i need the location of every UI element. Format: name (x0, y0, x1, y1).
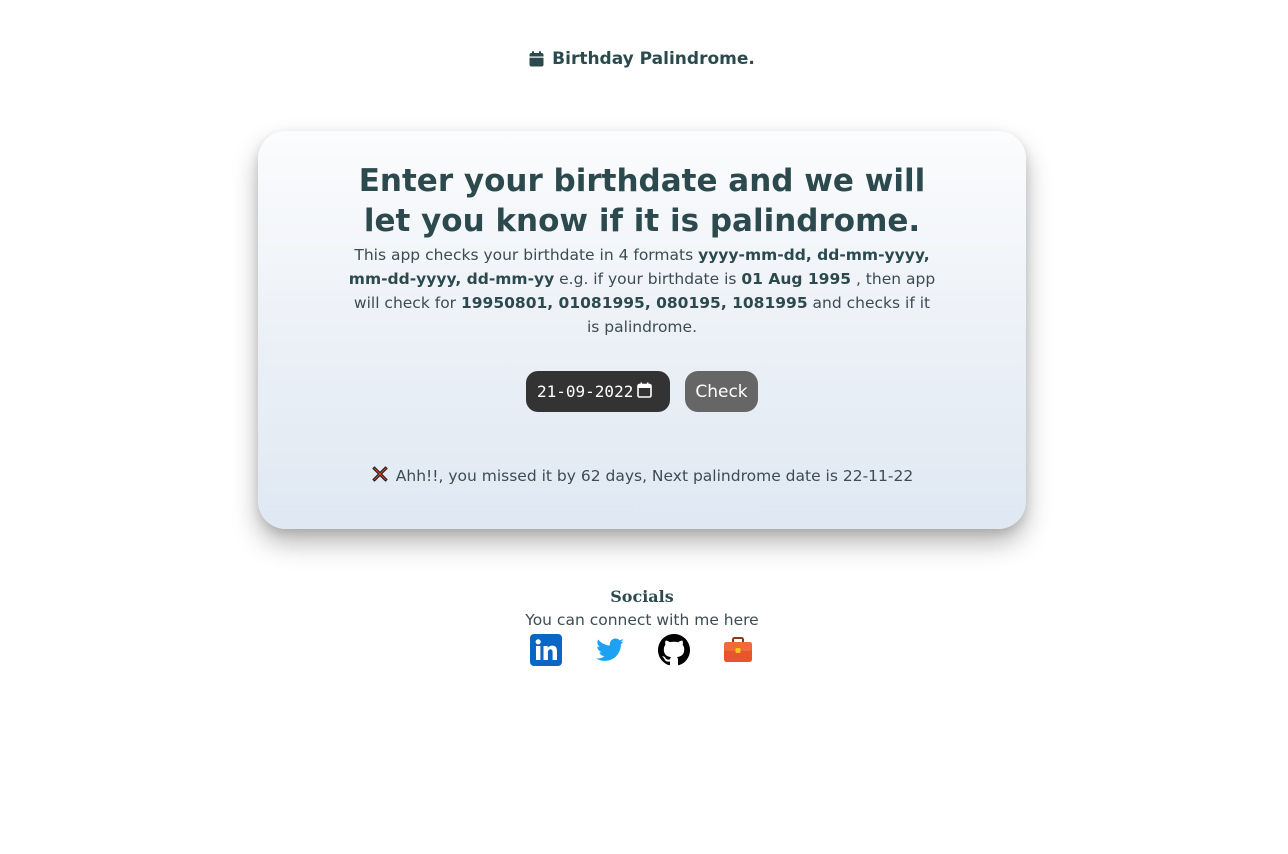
linkedin-icon (530, 634, 562, 666)
example-values: 19950801, 01081995, 080195, 1081995 (460, 294, 808, 312)
linkedin-link[interactable] (530, 634, 562, 666)
social-links (530, 634, 760, 668)
twitter-icon (596, 638, 624, 661)
twitter-link[interactable] (594, 634, 626, 666)
app-brand: Birthday Palindrome. (0, 49, 1284, 69)
birthdate-input[interactable]: 21-09-2022 (526, 371, 670, 412)
example-date: 01 Aug 1995 (741, 270, 852, 288)
portfolio-briefcase-icon (724, 637, 752, 662)
description: This app checks your birthdate in 4 form… (348, 243, 936, 339)
calendar-picker-icon[interactable] (637, 382, 653, 402)
result-text: Ahh!!, you missed it by 62 days, Next pa… (395, 467, 914, 485)
description-text: e.g. if your birthdate is (554, 270, 742, 288)
app-title: Birthday Palindrome. (552, 49, 755, 69)
portfolio-link[interactable] (722, 634, 754, 666)
calendar-icon (529, 51, 544, 67)
socials-title: Socials (610, 587, 674, 606)
cross-mark-icon (371, 465, 389, 487)
github-icon (658, 634, 690, 666)
socials-subtitle: You can connect with me here (525, 611, 759, 629)
check-button[interactable]: Check (685, 371, 758, 412)
github-link[interactable] (658, 634, 690, 666)
description-text: This app checks your birthdate in 4 form… (354, 246, 699, 264)
date-value: 21-09-2022 (537, 382, 634, 401)
result-message: Ahh!!, you missed it by 62 days, Next pa… (0, 465, 1284, 487)
headline: Enter your birthdate and we will let you… (358, 163, 926, 239)
